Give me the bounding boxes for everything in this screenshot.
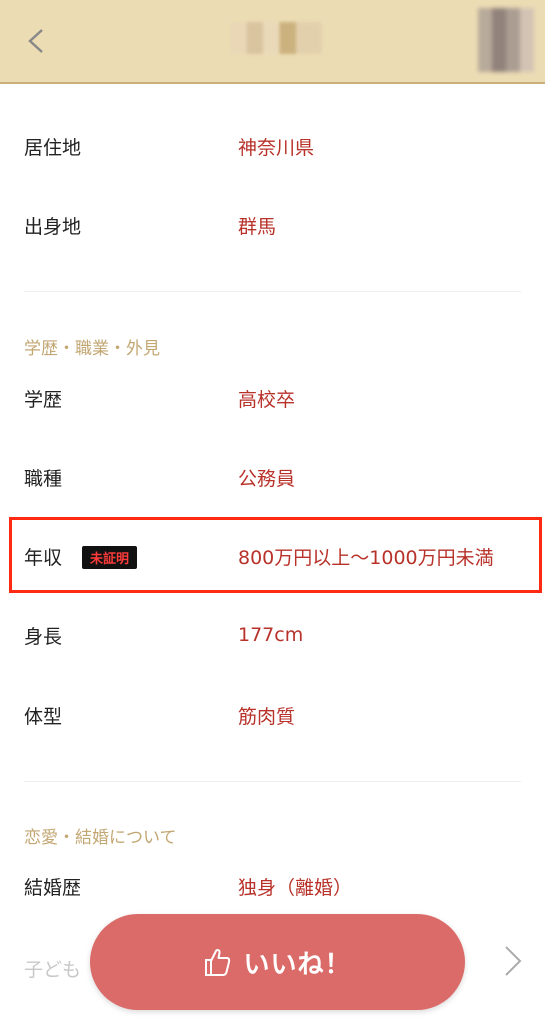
income-highlight-box	[9, 517, 542, 593]
birthplace-label: 出身地	[24, 215, 82, 238]
like-button[interactable]: いいね！	[90, 914, 465, 1010]
section-education-title: 学歴・職業・外見	[24, 339, 160, 359]
height-value: 177cm	[238, 624, 304, 646]
body-type-row: 体型 筋肉質	[0, 695, 545, 735]
chevron-left-icon[interactable]	[20, 24, 54, 58]
divider	[24, 291, 521, 292]
height-label: 身長	[24, 625, 63, 648]
occupation-label: 職種	[24, 467, 63, 490]
app-header	[0, 0, 545, 84]
blurred-username	[230, 22, 322, 54]
education-value: 高校卒	[238, 388, 296, 411]
divider	[24, 781, 521, 782]
residence-label: 居住地	[24, 136, 82, 159]
occupation-value: 公務員	[238, 467, 296, 490]
body-type-value: 筋肉質	[238, 705, 296, 728]
body-type-label: 体型	[24, 705, 63, 728]
occupation-row: 職種 公務員	[0, 457, 545, 497]
birthplace-row: 出身地 群馬	[0, 205, 545, 245]
like-button-label: いいね！	[243, 949, 352, 980]
section-love-title: 恋愛・結婚について	[24, 828, 177, 848]
education-label: 学歴	[24, 388, 63, 411]
residence-row: 居住地 神奈川県	[0, 126, 545, 166]
height-row: 身長 177cm	[0, 615, 545, 655]
children-label: 子ども	[24, 959, 82, 981]
residence-value: 神奈川県	[238, 136, 315, 159]
thumbs-up-icon	[205, 948, 231, 976]
chevron-right-icon[interactable]	[498, 943, 528, 979]
birthplace-value: 群馬	[238, 215, 277, 238]
avatar[interactable]	[478, 8, 534, 72]
education-row: 学歴 高校卒	[0, 378, 545, 418]
marital-history-value: 独身（離婚）	[238, 876, 353, 899]
marital-history-label: 結婚歴	[24, 876, 82, 899]
